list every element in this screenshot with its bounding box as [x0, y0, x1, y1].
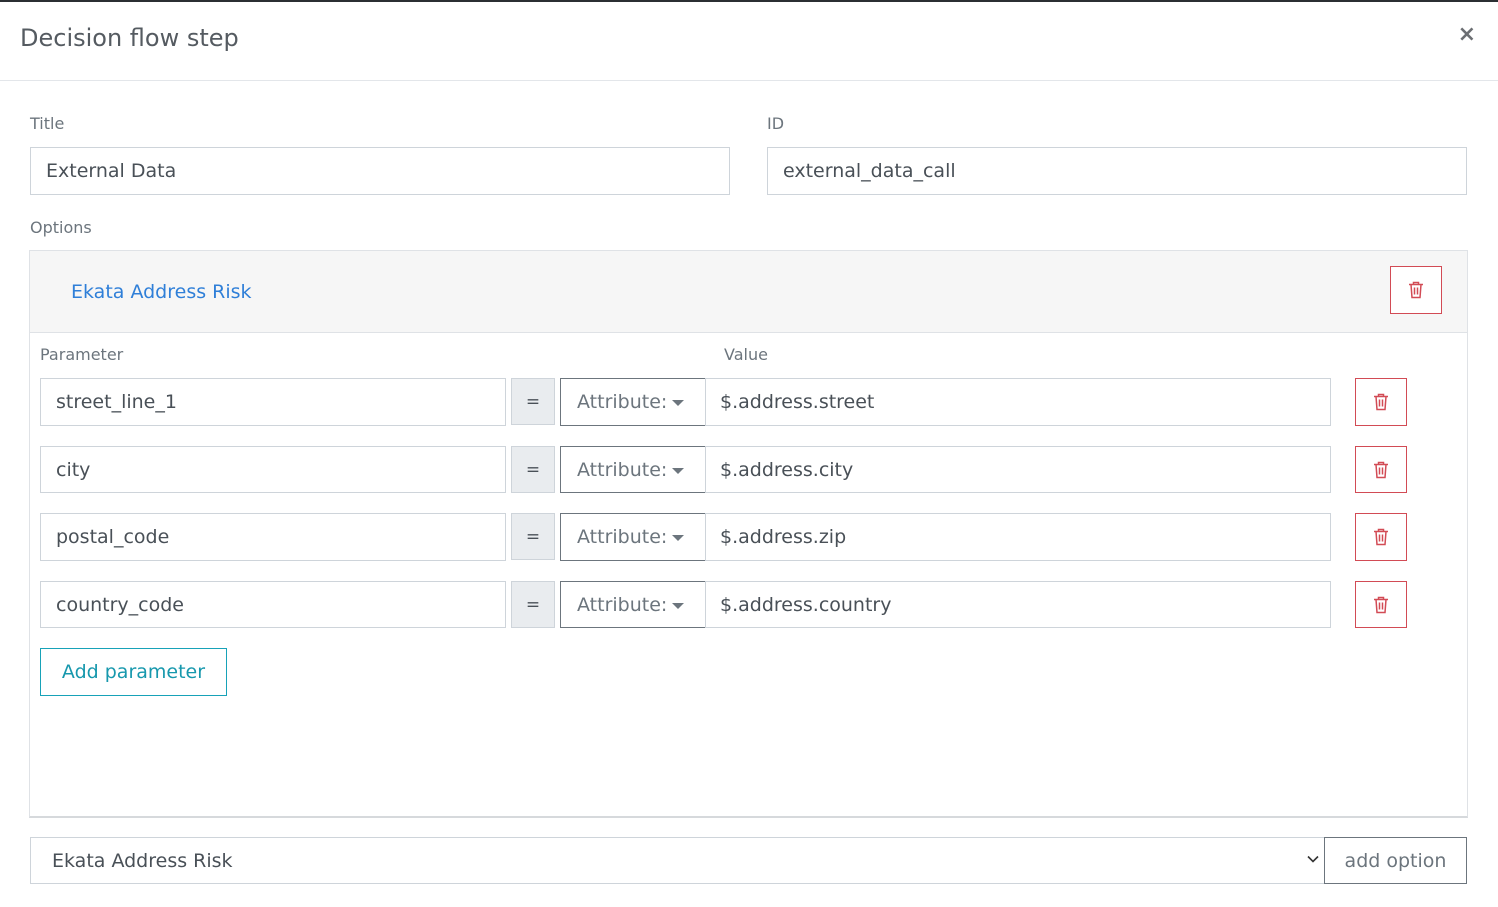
attribute-type-dropdown[interactable]: Attribute:	[560, 581, 706, 628]
delete-parameter-button[interactable]	[1355, 446, 1407, 493]
delete-parameter-button[interactable]	[1355, 378, 1407, 426]
caret-down-icon	[672, 602, 685, 609]
parameter-name-input[interactable]: city	[40, 446, 506, 493]
delete-parameter-button[interactable]	[1355, 581, 1407, 628]
equals-operator: =	[511, 581, 555, 628]
equals-operator: =	[511, 513, 555, 560]
chevron-down-icon	[1307, 855, 1319, 863]
add-parameter-button[interactable]: Add parameter	[40, 648, 227, 696]
parameter-value-input[interactable]: $.address.zip	[705, 513, 1331, 561]
caret-down-icon	[672, 400, 685, 406]
option-select[interactable]: Ekata Address Risk	[30, 837, 1325, 884]
attribute-type-dropdown[interactable]: Attribute:	[560, 446, 706, 493]
attribute-type-label: Attribute:	[577, 526, 668, 548]
value-header: Value	[724, 345, 768, 364]
trash-icon	[1409, 281, 1423, 299]
attribute-type-label: Attribute:	[577, 593, 668, 616]
trash-icon	[1374, 528, 1388, 546]
attribute-type-label: Attribute:	[577, 391, 668, 413]
title-input[interactable]: External Data	[30, 147, 730, 195]
id-label: ID	[767, 114, 785, 133]
parameter-name-input[interactable]: street_line_1	[40, 378, 506, 426]
attribute-type-dropdown[interactable]: Attribute:	[560, 378, 706, 426]
trash-icon	[1374, 596, 1388, 613]
parameter-value-input[interactable]: $.address.street	[705, 378, 1331, 426]
delete-option-button[interactable]	[1390, 266, 1442, 314]
parameter-header: Parameter	[40, 345, 124, 364]
trash-icon	[1374, 393, 1388, 411]
options-label: Options	[30, 218, 92, 237]
equals-operator: =	[511, 378, 555, 425]
title-label: Title	[30, 114, 65, 133]
attribute-type-dropdown[interactable]: Attribute:	[560, 513, 706, 561]
add-option-button[interactable]: add option	[1324, 837, 1467, 884]
id-input[interactable]: external_data_call	[767, 147, 1467, 195]
modal-title: Decision flow step	[20, 24, 239, 52]
caret-down-icon	[672, 467, 685, 474]
parameter-name-input[interactable]: postal_code	[40, 513, 506, 561]
option-select-value: Ekata Address Risk	[52, 849, 233, 872]
modal-header: Decision flow step ×	[0, 2, 1498, 81]
option-title-link[interactable]: Ekata Address Risk	[71, 281, 252, 303]
parameter-value-input[interactable]: $.address.country	[705, 581, 1331, 628]
close-icon[interactable]: ×	[1458, 24, 1476, 46]
caret-down-icon	[672, 535, 685, 541]
option-card-header: Ekata Address Risk	[30, 251, 1467, 333]
delete-parameter-button[interactable]	[1355, 513, 1407, 561]
equals-operator: =	[511, 446, 555, 493]
parameter-value-input[interactable]: $.address.city	[705, 446, 1331, 493]
trash-icon	[1374, 461, 1388, 478]
parameter-name-input[interactable]: country_code	[40, 581, 506, 628]
attribute-type-label: Attribute:	[577, 458, 668, 481]
